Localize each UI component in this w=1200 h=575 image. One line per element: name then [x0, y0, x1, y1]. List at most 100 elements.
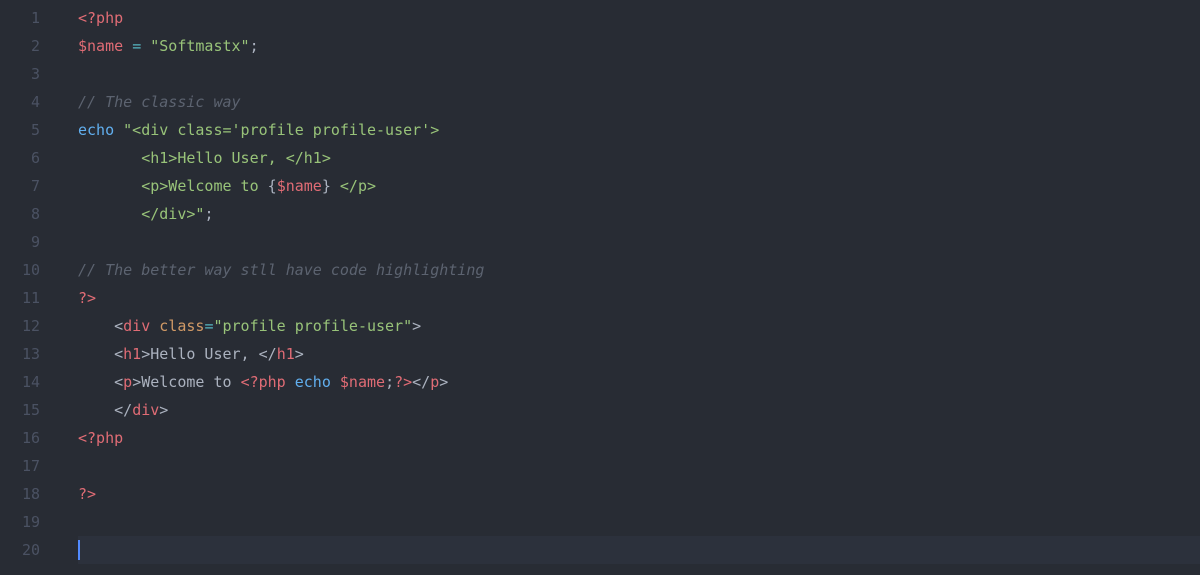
- token: [78, 317, 114, 335]
- token: <h1>Hello User, </h1>: [78, 149, 331, 167]
- line-number: 3: [0, 60, 40, 88]
- token: h1: [277, 345, 295, 363]
- code-line[interactable]: ?>: [78, 480, 1200, 508]
- code-line[interactable]: <?php: [78, 4, 1200, 32]
- code-line[interactable]: </div>";: [78, 200, 1200, 228]
- token: =: [132, 37, 141, 55]
- line-number: 11: [0, 284, 40, 312]
- token: [286, 373, 295, 391]
- token: div: [132, 401, 159, 419]
- line-number: 19: [0, 508, 40, 536]
- token: ;: [385, 373, 394, 391]
- token: <: [114, 373, 123, 391]
- token: div: [123, 317, 150, 335]
- code-line[interactable]: <?php: [78, 424, 1200, 452]
- line-number: 13: [0, 340, 40, 368]
- token: "<div class='profile profile-user'>: [123, 121, 439, 139]
- token: "Softmastx": [150, 37, 249, 55]
- token: >: [439, 373, 448, 391]
- line-number: 10: [0, 256, 40, 284]
- line-number: 9: [0, 228, 40, 256]
- code-line[interactable]: ?>: [78, 284, 1200, 312]
- token: </: [114, 401, 132, 419]
- code-line[interactable]: $name = "Softmastx";: [78, 32, 1200, 60]
- line-number: 15: [0, 396, 40, 424]
- line-number: 18: [0, 480, 40, 508]
- token: </p>: [331, 177, 376, 195]
- code-editor[interactable]: 1234567891011121314151617181920 <?php$na…: [0, 0, 1200, 575]
- line-number: 14: [0, 368, 40, 396]
- code-line[interactable]: <p>Welcome to <?php echo $name;?></p>: [78, 368, 1200, 396]
- token: [78, 373, 114, 391]
- token: <?php: [78, 429, 123, 447]
- token: h1: [123, 345, 141, 363]
- token: [150, 317, 159, 335]
- line-number: 4: [0, 88, 40, 116]
- token: ;: [250, 37, 259, 55]
- token: >: [159, 401, 168, 419]
- line-number: 16: [0, 424, 40, 452]
- cursor: [78, 540, 80, 560]
- code-line[interactable]: [78, 536, 1200, 564]
- token: $name: [78, 37, 123, 55]
- token: <: [114, 345, 123, 363]
- code-line[interactable]: [78, 508, 1200, 536]
- token: "profile profile-user": [213, 317, 412, 335]
- token: ?>: [78, 485, 96, 503]
- token: >: [295, 345, 304, 363]
- token: </: [259, 345, 277, 363]
- token: ;: [204, 205, 213, 223]
- token: }: [322, 177, 331, 195]
- token: // The better way stll have code highlig…: [78, 261, 484, 279]
- token: ?>: [394, 373, 412, 391]
- token: <: [114, 317, 123, 335]
- line-number: 2: [0, 32, 40, 60]
- token: Welcome to: [141, 373, 240, 391]
- code-line[interactable]: <h1>Hello User, </h1>: [78, 340, 1200, 368]
- code-line[interactable]: <p>Welcome to {$name} </p>: [78, 172, 1200, 200]
- token: [114, 121, 123, 139]
- token: $name: [340, 373, 385, 391]
- token: <?php: [241, 373, 286, 391]
- code-line[interactable]: <h1>Hello User, </h1>: [78, 144, 1200, 172]
- token: [78, 345, 114, 363]
- code-line[interactable]: [78, 60, 1200, 88]
- token: [141, 37, 150, 55]
- code-line[interactable]: [78, 228, 1200, 256]
- token: echo: [78, 121, 114, 139]
- token: $name: [277, 177, 322, 195]
- code-line[interactable]: // The better way stll have code highlig…: [78, 256, 1200, 284]
- token: [123, 37, 132, 55]
- token: Hello User,: [150, 345, 258, 363]
- token: >: [132, 373, 141, 391]
- code-line[interactable]: </div>: [78, 396, 1200, 424]
- line-number-gutter: 1234567891011121314151617181920: [0, 0, 58, 575]
- token: </div>": [78, 205, 204, 223]
- line-number: 20: [0, 536, 40, 564]
- token: >: [141, 345, 150, 363]
- line-number: 8: [0, 200, 40, 228]
- code-line[interactable]: echo "<div class='profile profile-user'>: [78, 116, 1200, 144]
- token: {: [268, 177, 277, 195]
- code-line[interactable]: [78, 452, 1200, 480]
- line-number: 1: [0, 4, 40, 32]
- token: p: [123, 373, 132, 391]
- token: class: [159, 317, 204, 335]
- token: // The classic way: [78, 93, 241, 111]
- code-line[interactable]: <div class="profile profile-user">: [78, 312, 1200, 340]
- token: >: [412, 317, 421, 335]
- code-line[interactable]: // The classic way: [78, 88, 1200, 116]
- line-number: 6: [0, 144, 40, 172]
- code-area[interactable]: <?php $name = "Softmastx"; // The classic …: [58, 0, 1200, 575]
- token: [78, 401, 114, 419]
- line-number: 12: [0, 312, 40, 340]
- line-number: 5: [0, 116, 40, 144]
- token: <p>Welcome to: [78, 177, 268, 195]
- token: echo: [295, 373, 331, 391]
- line-number: 7: [0, 172, 40, 200]
- token: <?php: [78, 9, 123, 27]
- token: p: [430, 373, 439, 391]
- line-number: 17: [0, 452, 40, 480]
- token: </: [412, 373, 430, 391]
- token: ?>: [78, 289, 96, 307]
